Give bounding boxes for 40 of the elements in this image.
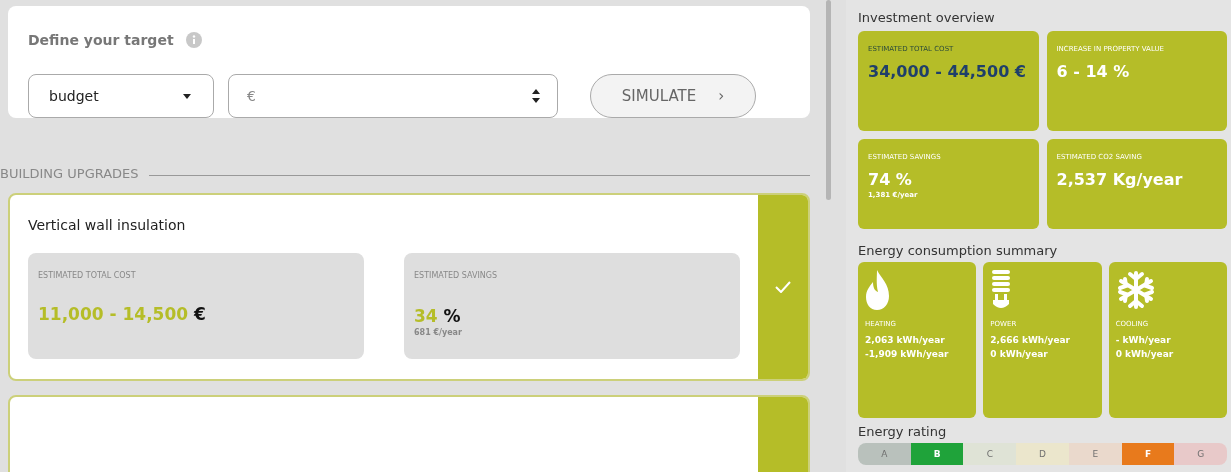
check-icon	[775, 281, 791, 293]
scrollbar[interactable]	[825, 0, 831, 200]
section-title: Energy rating	[858, 424, 948, 439]
caret-icon	[183, 93, 191, 99]
tile-value: 74 %	[868, 169, 913, 191]
info-icon	[185, 32, 202, 48]
tile-value: 6 - 14 %	[1056, 61, 1131, 83]
consumption-value: 0 kWh/year	[1115, 347, 1175, 361]
section-heading: BUILDING UPGRADES	[0, 166, 139, 181]
consumption-value: 2,666 kWh/year	[990, 334, 1072, 347]
light-bulb-icon	[990, 270, 1013, 310]
consumption-value: - kWh/year	[1115, 334, 1172, 347]
rating-class: D	[1016, 443, 1069, 465]
stepper-icon[interactable]	[532, 88, 540, 104]
tile-value: 2,537 Kg/year	[1056, 169, 1184, 191]
upgrade-title: Vertical wall insulation	[28, 217, 187, 233]
section-title: Energy consumption summary	[858, 243, 1059, 258]
tile-value: 34,000 - 44,500 €	[868, 61, 1027, 83]
box-label: ESTIMATED SAVINGS	[414, 271, 499, 280]
consumption-value: 0 kWh/year	[990, 347, 1049, 361]
target-select[interactable]: budget	[28, 74, 214, 118]
consumption-value: -1,909 kWh/year	[865, 347, 950, 361]
snowflake-icon	[1115, 270, 1156, 310]
savings-per-year: 681 €/year	[414, 328, 463, 337]
rating-class: F	[1121, 443, 1175, 465]
simulate-button[interactable]: SIMULATE ›	[590, 74, 756, 118]
box-label: ESTIMATED TOTAL COST	[38, 271, 137, 280]
flame-icon	[865, 270, 891, 310]
panel-title: Define your target	[28, 32, 174, 48]
upgrade-card[interactable]: Vertical wall insulation ESTIMATED TOTAL COST 11,000 - 14,500 € ESTIMATED SAVINGS 34 % 681 €/year	[8, 193, 810, 381]
section-title: Investment overview	[858, 10, 996, 25]
rating-class: A	[858, 443, 911, 465]
rating-class: E	[1068, 443, 1122, 465]
rating-class: B	[910, 443, 964, 465]
savings-value: 34 %	[414, 306, 462, 326]
consumption-value: 2,063 kWh/year	[865, 334, 946, 347]
rating-class: C	[963, 443, 1017, 465]
amount-field[interactable]: €	[228, 74, 558, 118]
cost-value: 11,000 - 14,500 €	[38, 304, 207, 324]
rating-class: G	[1174, 443, 1227, 465]
